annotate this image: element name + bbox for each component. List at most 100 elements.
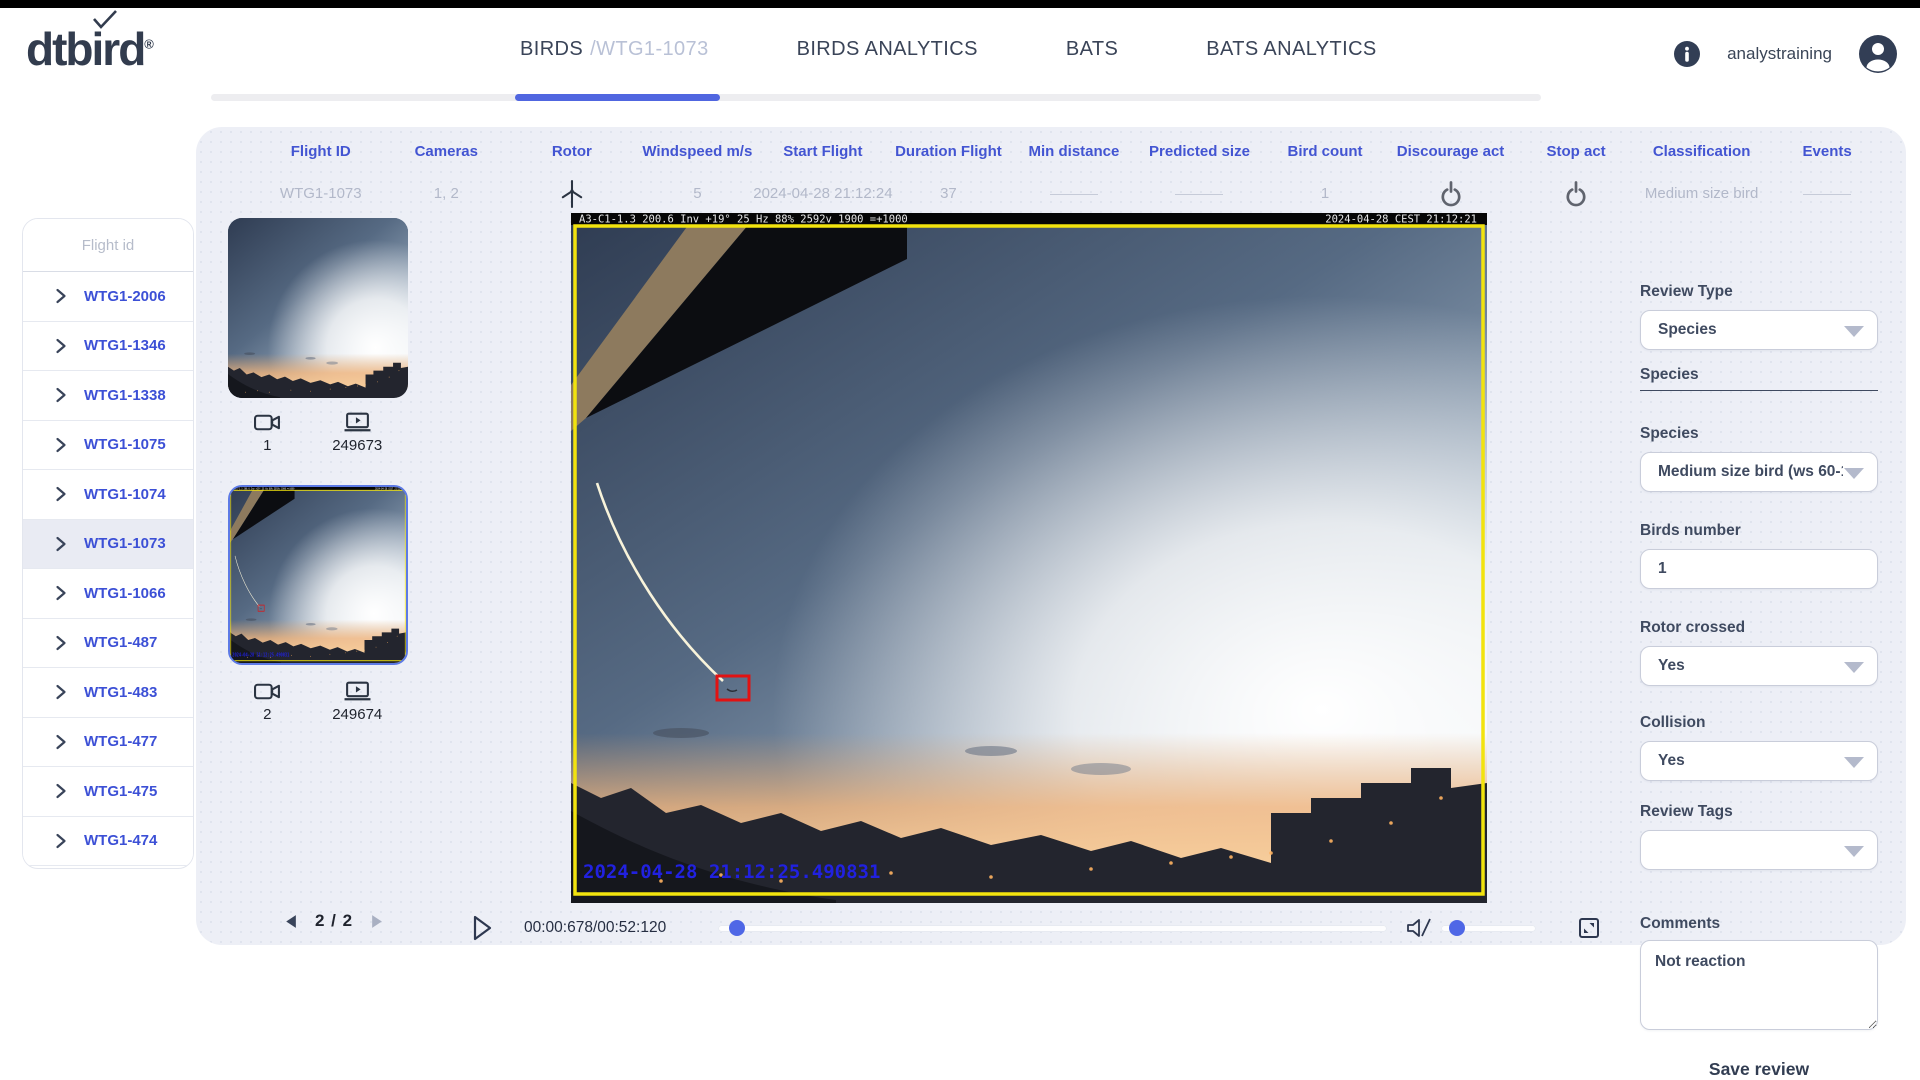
camera-2-thumbnail-selected[interactable]: [228, 485, 408, 665]
flight-list-item[interactable]: WTG1-475: [23, 767, 193, 817]
camera-1-thumbnail[interactable]: [228, 218, 408, 398]
rotor-crossed-label: Rotor crossed: [1640, 619, 1878, 637]
play-icon[interactable]: [470, 914, 494, 942]
summary-column-label: Flight ID: [291, 143, 351, 160]
birds-number-field-wrap: [1640, 549, 1878, 589]
tabs-underline-track: [211, 94, 1541, 101]
top-black-strip: [0, 0, 1920, 8]
flight-list-item[interactable]: WTG1-1075: [23, 421, 193, 471]
tab-birds[interactable]: BIRDS/WTG1-1073: [520, 38, 709, 61]
fullscreen-icon[interactable]: [1578, 917, 1600, 939]
flight-list-item[interactable]: WTG1-1346: [23, 322, 193, 372]
chevron-right-icon: [55, 684, 67, 700]
collision-value: Yes: [1658, 752, 1685, 770]
species-select[interactable]: Medium size bird (ws 60-120 cm): [1640, 452, 1878, 492]
flight-list-item[interactable]: WTG1-1074: [23, 470, 193, 520]
summary-column-label: Min distance: [1029, 143, 1120, 160]
flight-list-item[interactable]: WTG1-1066: [23, 569, 193, 619]
review-form: Review Type Species Species Species Medi…: [1640, 215, 1878, 1080]
tab-birds-analytics[interactable]: BIRDS ANALYTICS: [797, 38, 978, 61]
comments-textarea[interactable]: Not reaction: [1640, 940, 1878, 1030]
species-section-label: Species: [1640, 366, 1878, 391]
dtbird-logo: dtbird®: [26, 22, 154, 76]
flight-list-item[interactable]: WTG1-483: [23, 668, 193, 718]
summary-column-label: Predicted size: [1149, 143, 1250, 160]
collision-label: Collision: [1640, 714, 1878, 732]
flight-summary-row: Flight ID WTG1-1073 Cameras 1, 2 Rotor W…: [258, 143, 1890, 209]
chevron-down-icon: [1844, 468, 1864, 479]
flight-list-item[interactable]: WTG1-487: [23, 619, 193, 669]
summary-column-label: Bird count: [1288, 143, 1363, 160]
tab-bats[interactable]: BATS: [1066, 38, 1118, 61]
collision-select[interactable]: Yes: [1640, 741, 1878, 781]
main-nav-tabs: BIRDS/WTG1-1073 BIRDS ANALYTICS BATS BAT…: [520, 38, 1377, 61]
wind-turbine-icon: [559, 179, 585, 209]
progress-slider[interactable]: [718, 925, 1387, 932]
power-icon[interactable]: [1564, 179, 1588, 207]
chevron-down-icon: [1844, 846, 1864, 857]
chevron-down-icon: [1844, 662, 1864, 673]
main-panel: Flight ID WTG1-1073 Cameras 1, 2 Rotor W…: [196, 127, 1906, 945]
birds-number-input[interactable]: [1658, 560, 1808, 578]
summary-column: Start Flight 2024-04-28 21:12:24: [760, 143, 886, 209]
summary-column-label: Start Flight: [783, 143, 862, 160]
summary-column-label: Stop act: [1546, 143, 1605, 160]
camera-number-cell: 1: [254, 412, 281, 454]
summary-column-label: Windspeed m/s: [642, 143, 752, 160]
flight-list-item[interactable]: WTG1-1338: [23, 371, 193, 421]
logo-check-icon: [92, 10, 118, 30]
camera-number: 1: [263, 437, 271, 454]
progress-thumb[interactable]: [729, 920, 745, 936]
review-type-label: Review Type: [1640, 283, 1878, 301]
birds-number-label: Birds number: [1640, 522, 1878, 540]
summary-column-label: Events: [1803, 143, 1852, 160]
video-id-cell: 249674: [332, 681, 382, 723]
logo-text: dtbird: [26, 23, 144, 75]
species-label: Species: [1640, 425, 1878, 443]
power-icon[interactable]: [1439, 179, 1463, 207]
flight-list-item-label: WTG1-1075: [84, 436, 166, 453]
summary-column-label: Duration Flight: [895, 143, 1002, 160]
review-type-value: Species: [1658, 321, 1717, 339]
flight-list-item[interactable]: WTG1-2006: [23, 272, 193, 322]
volume-thumb[interactable]: [1449, 920, 1465, 936]
flight-list-item-label: WTG1-1073: [84, 535, 166, 552]
tabs-underline-active: [515, 94, 720, 101]
previous-page-icon[interactable]: [284, 914, 297, 929]
empty-value-dash: [1175, 194, 1223, 195]
flight-id-search-input[interactable]: [23, 219, 193, 272]
mute-icon[interactable]: [1405, 917, 1431, 939]
volume-slider[interactable]: [1441, 925, 1536, 932]
thumbnail-pagination: 2 / 2: [254, 911, 414, 931]
summary-column-label: Classification: [1653, 143, 1751, 160]
video-player[interactable]: [571, 213, 1487, 903]
summary-column: Discourage act: [1388, 143, 1514, 209]
summary-column: Stop act: [1513, 143, 1639, 209]
flight-list-item[interactable]: WTG1-474: [23, 817, 193, 867]
flight-list-item[interactable]: WTG1-477: [23, 718, 193, 768]
chevron-right-icon: [55, 387, 67, 403]
review-tags-select[interactable]: [1640, 830, 1878, 870]
info-icon[interactable]: [1673, 40, 1701, 68]
summary-column: Cameras 1, 2: [384, 143, 510, 209]
rotor-crossed-select[interactable]: Yes: [1640, 646, 1878, 686]
video-id: 249674: [332, 706, 382, 723]
comments-label: Comments: [1640, 915, 1878, 933]
username: analystraining: [1727, 44, 1832, 64]
review-type-select[interactable]: Species: [1640, 310, 1878, 350]
summary-column: Windspeed m/s 5: [635, 143, 761, 209]
avatar-icon[interactable]: [1858, 34, 1898, 74]
chevron-down-icon: [1844, 757, 1864, 768]
save-review-button[interactable]: Save review: [1709, 1059, 1809, 1080]
rotor-crossed-value: Yes: [1658, 657, 1685, 675]
video-camera-icon: [254, 681, 281, 702]
video-id: 249673: [332, 437, 382, 454]
next-page-icon[interactable]: [371, 914, 384, 929]
chevron-right-icon: [55, 635, 67, 651]
flight-list-item[interactable]: WTG1-1073: [23, 520, 193, 570]
summary-column: Flight ID WTG1-1073: [258, 143, 384, 209]
tab-bats-analytics[interactable]: BATS ANALYTICS: [1206, 38, 1376, 61]
summary-column-label: Cameras: [415, 143, 478, 160]
flight-list-item-label: WTG1-1074: [84, 486, 166, 503]
flight-list: WTG1-2006 WTG1-1346 WTG1-1338 WTG1-1075 …: [23, 272, 193, 866]
